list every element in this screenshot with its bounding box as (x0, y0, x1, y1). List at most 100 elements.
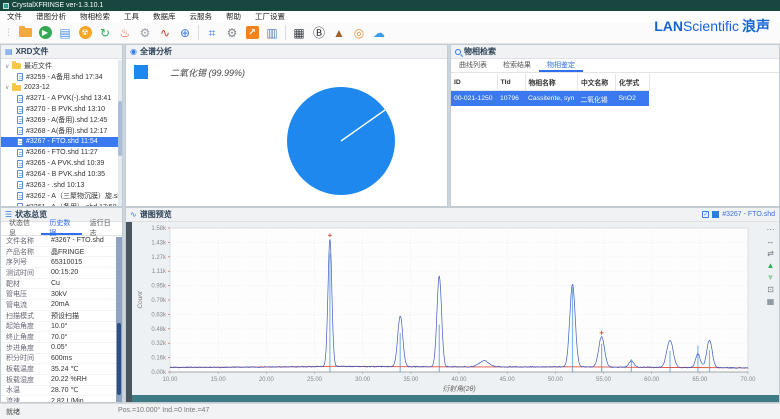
full-spectrum-title: 全谱分析 (140, 46, 172, 57)
chart-toolbar: ⋯ ↔ ⇄ ▲ ▼ ⊡ ▦ (763, 226, 778, 306)
settings-icon[interactable]: ⚙ (135, 24, 155, 41)
status-tab-0[interactable]: 状态信息 (1, 222, 41, 235)
shift-down-icon[interactable]: ▼ (767, 274, 775, 282)
file-tree-scrollbar[interactable] (118, 60, 122, 206)
fit-view-icon[interactable]: ⊡ (767, 286, 774, 294)
spectrum-preview-panel: ∿ 谱图预览 ✓ #3267 - FTO.shd 10.0015.0020.00… (125, 207, 780, 403)
report-window-icon[interactable]: ▤ (55, 24, 75, 41)
tree-file-4[interactable]: #3270 - B PVK.shd 13:10 (1, 104, 122, 115)
svg-text:45.00: 45.00 (500, 377, 516, 383)
tree-file-5[interactable]: #3269 - A(备用).shd 12:45 (1, 115, 122, 126)
tree-file-11[interactable]: #3263 - .shd 10:13 (1, 180, 122, 191)
status-tab-1[interactable]: 历史数据 (41, 222, 81, 235)
xrd-pattern-chart[interactable]: 10.0015.0020.0025.0030.0035.0040.0045.00… (132, 222, 780, 397)
status-overview-panel: ☰ 状态总览 状态信息历史数据运行日志 文件名称#3267 - FTO.shd产… (0, 207, 123, 403)
menu-item-1[interactable]: 谱图分析 (29, 11, 73, 22)
series-checkbox[interactable]: ✓ (702, 211, 709, 218)
matrix-icon[interactable]: ▦ (289, 24, 309, 41)
swap-axes-icon[interactable]: ⇄ (767, 250, 774, 258)
svg-text:0.63k: 0.63k (151, 312, 167, 318)
wave-icon: ∿ (130, 211, 137, 219)
menu-item-6[interactable]: 帮助 (219, 11, 248, 22)
phase-tab-2[interactable]: 物相鉴定 (539, 59, 583, 72)
phase-tabs: 曲线列表检索结果物相鉴定 (451, 59, 779, 73)
menu-item-7[interactable]: 工厂设置 (248, 11, 292, 22)
tree-folder-2[interactable]: ∨2023-12 (1, 83, 122, 94)
radiation-icon[interactable]: ☢ (75, 24, 95, 41)
svg-text:25.00: 25.00 (307, 377, 323, 383)
file-icon (17, 160, 23, 168)
tree-file-3[interactable]: #3271 - A PVK(-).shd 13:41 (1, 93, 122, 104)
status-scrollbar[interactable] (116, 237, 122, 402)
chart-hscrollbar[interactable] (132, 395, 779, 402)
tree-file-9[interactable]: #3265 - A PVK.shd 10:39 (1, 158, 122, 169)
svg-text:1.43k: 1.43k (151, 240, 167, 246)
svg-text:55.00: 55.00 (596, 377, 612, 383)
toolbar-separator (285, 25, 286, 40)
menu-item-4[interactable]: 数据库 (146, 11, 183, 22)
copy-save-icon[interactable]: ▥ (262, 24, 282, 41)
property-list: 文件名称#3267 - FTO.shd产品名称晶FRINGE序列号6531001… (1, 236, 122, 403)
svg-text:40.00: 40.00 (451, 377, 467, 383)
phase-search-panel: 物相检索 曲线列表检索结果物相鉴定 IDTId物相名称中文名称化学式00-021… (450, 44, 780, 207)
cloud-database-icon[interactable]: ☁ (369, 24, 389, 41)
more-icon[interactable]: ⋯ (767, 226, 775, 234)
refresh-icon[interactable]: ↻ (95, 24, 115, 41)
phase-table: IDTId物相名称中文名称化学式00-021-125010796Cassiter… (451, 74, 650, 106)
gears-icon[interactable]: ⚙ (222, 24, 242, 41)
data-grid-icon[interactable]: ▦ (767, 298, 775, 306)
shift-up-icon[interactable]: ▲ (767, 262, 775, 270)
menu-item-2[interactable]: 物相检索 (73, 11, 117, 22)
pie-legend-label: 二氧化锡 (99.99%) (170, 66, 245, 79)
file-icon (17, 73, 23, 81)
phase-col-2: 物相名称 (525, 74, 577, 91)
scan-icon[interactable]: ⌗ (202, 24, 222, 41)
file-icon (17, 181, 23, 189)
property-row-6: 管电流20mA (1, 300, 122, 311)
xrd-files-header: ▤ XRD文件 (1, 45, 122, 59)
svg-text:1.27k: 1.27k (151, 255, 167, 261)
file-icon (17, 149, 23, 157)
mountain-icon[interactable]: ▲ (329, 24, 349, 41)
phase-tab-1[interactable]: 检索结果 (495, 59, 539, 72)
file-icon (17, 127, 23, 135)
window-title: CrystalXFRINSE ver-1.3.10.1 (12, 2, 103, 9)
series-legend: ✓ #3267 - FTO.shd (702, 211, 775, 218)
svg-text:20.00: 20.00 (259, 377, 275, 383)
tree-file-12[interactable]: #3262 - A（三聚物沉膜）旋.shd 18:22 (1, 191, 122, 202)
toolbar-separator (198, 25, 199, 40)
big-file-icon[interactable]: Ⓑ (309, 24, 329, 41)
phase-row-0[interactable]: 00-021-125010796Cassiterite, syn二氧化锡SnO2 (451, 91, 649, 107)
menu-item-0[interactable]: 文件 (0, 11, 29, 22)
open-folder-icon[interactable] (15, 24, 35, 41)
tree-file-7[interactable]: #3267 - FTO.shd 11:54 (1, 137, 122, 148)
series-color-swatch (712, 211, 719, 218)
tree-file-1[interactable]: #3259 - A备用.shd 17:34 (1, 72, 122, 83)
menu-item-3[interactable]: 工具 (117, 11, 146, 22)
menu-item-5[interactable]: 云服务 (183, 11, 220, 22)
tree-file-8[interactable]: #3266 - FTO.shd 11:27 (1, 147, 122, 158)
chart-canvas[interactable]: 10.0015.0020.0025.0030.0035.0040.0045.00… (132, 222, 779, 395)
tree-folder-0[interactable]: ∨最近文件 (1, 61, 122, 72)
toolbar-grip[interactable]: ⋮ (4, 27, 13, 38)
svg-text:70.00: 70.00 (740, 377, 756, 383)
phase-col-0: ID (451, 74, 497, 91)
status-tab-2[interactable]: 运行日志 (82, 222, 122, 235)
spectrum-preview-title: 谱图预览 (140, 209, 172, 220)
search-pie-icon[interactable]: ◎ (349, 24, 369, 41)
file-icon (17, 192, 23, 200)
play-icon[interactable]: ▶ (35, 24, 55, 41)
pan-horizontal-icon[interactable]: ↔ (767, 238, 775, 246)
status-bar: 就绪 Pos.=10.000° Ind.=0 Inte.=47 (0, 403, 780, 419)
status-tabs: 状态信息历史数据运行日志 (1, 222, 122, 236)
phase-col-4: 化学式 (615, 74, 649, 91)
target-icon[interactable]: ⊕ (175, 24, 195, 41)
phase-tab-0[interactable]: 曲线列表 (451, 59, 495, 72)
tree-file-10[interactable]: #3264 - B PVK.shd 10:35 (1, 169, 122, 180)
series-label: #3267 - FTO.shd (722, 211, 775, 218)
trend-chart-icon[interactable]: ↗ (242, 24, 262, 41)
spectrum-icon[interactable]: ∿ (155, 24, 175, 41)
search-icon (455, 49, 461, 55)
tree-file-6[interactable]: #3268 - A(备用).shd 12:17 (1, 126, 122, 137)
heating-icon[interactable]: ♨ (115, 24, 135, 41)
